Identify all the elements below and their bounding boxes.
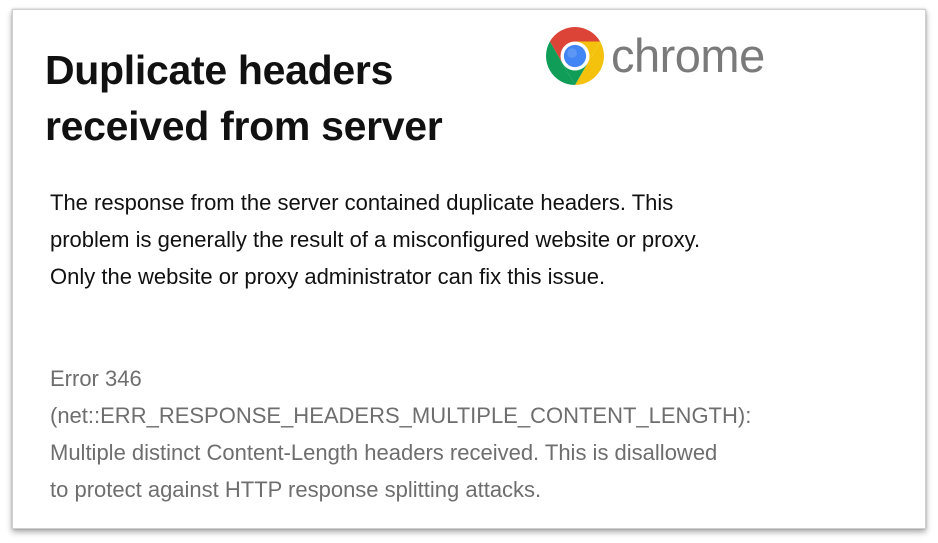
chrome-logo-icon — [546, 27, 604, 85]
error-code: Error 346 — [50, 366, 142, 391]
description-line: problem is generally the result of a mis… — [50, 227, 701, 252]
description-line: Only the website or proxy administrator … — [50, 264, 606, 289]
error-identifier: (net::ERR_RESPONSE_HEADERS_MULTIPLE_CONT… — [50, 403, 752, 428]
chrome-logo: chrome — [546, 26, 765, 86]
chrome-wordmark: chrome — [611, 29, 765, 82]
error-card: Duplicate headers received from server c… — [12, 9, 926, 529]
page-title-line-2: received from server — [45, 103, 443, 149]
error-explanation-line: Multiple distinct Content-Length headers… — [50, 440, 718, 465]
description-line: The response from the server contained d… — [50, 190, 674, 215]
page-title-line-1: Duplicate headers — [45, 47, 394, 93]
page-title: Duplicate headers received from server — [45, 42, 443, 154]
error-description: The response from the server contained d… — [50, 184, 910, 295]
error-explanation-line: to protect against HTTP response splitti… — [50, 477, 542, 502]
error-details: Error 346 (net::ERR_RESPONSE_HEADERS_MUL… — [50, 360, 920, 508]
